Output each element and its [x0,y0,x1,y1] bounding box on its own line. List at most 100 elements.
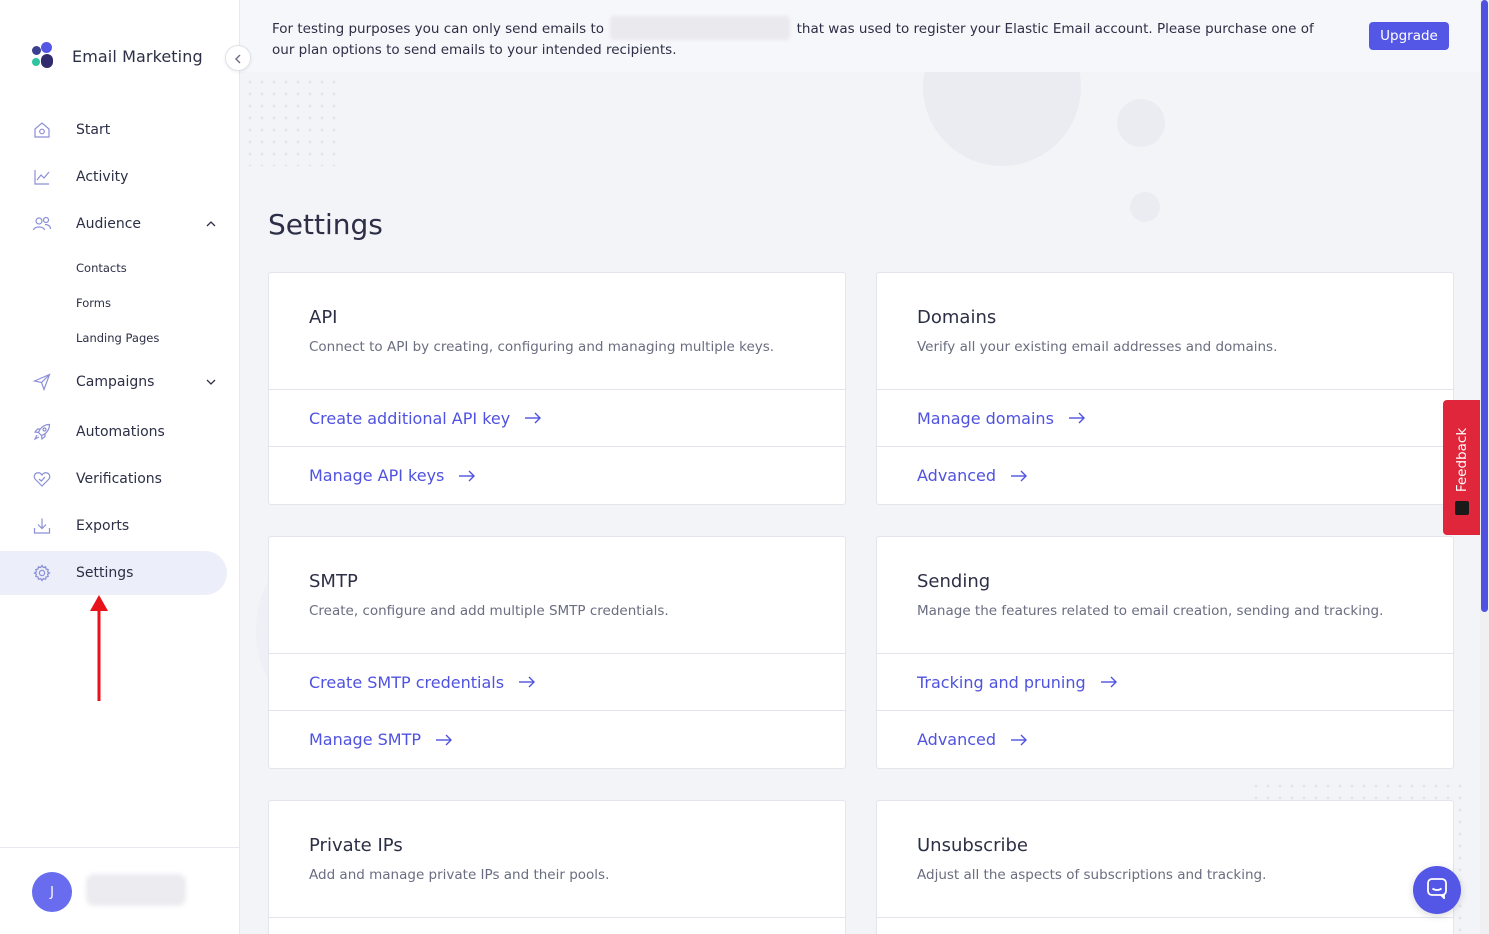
feedback-label: Feedback [1454,427,1470,492]
sidebar-item-label: Audience [76,216,142,232]
card-header: API Connect to API by creating, configur… [269,273,845,390]
sidebar-item-verifications[interactable]: Verifications [0,457,227,501]
manage-domains-link[interactable]: Manage domains [877,390,1453,447]
sidebar-item-audience[interactable]: Audience [0,202,227,246]
sidebar-item-label: Activity [76,169,129,185]
sidebar-item-activity[interactable]: Activity [0,155,227,199]
card-header: Unsubscribe Adjust all the aspects of su… [877,801,1453,918]
arrow-right-icon [518,676,536,688]
arrow-right-icon [524,412,542,424]
sidebar-item-settings[interactable]: Settings [0,551,227,595]
manage-api-keys-link[interactable]: Manage API keys [269,447,845,504]
arrow-right-icon [458,470,476,482]
chart-line-icon [32,167,52,187]
sidebar-subitem-landing-pages[interactable]: Landing Pages [76,331,159,345]
link-label: Create additional API key [309,408,511,428]
sidebar-item-automations[interactable]: Automations [0,410,227,454]
users-icon [32,214,52,234]
settings-card-unsubscribe: Unsubscribe Adjust all the aspects of su… [876,800,1454,934]
sidebar-item-label: Exports [76,518,130,534]
domains-advanced-link[interactable]: Advanced [877,447,1453,504]
create-smtp-credentials-link[interactable]: Create SMTP credentials [269,654,845,711]
redacted-email [610,16,791,40]
sidebar-item-label: Campaigns [76,374,155,390]
banner-message: For testing purposes you can only send e… [272,16,1332,60]
card-title: Unsubscribe [917,835,1028,856]
link-label: Manage API keys [309,466,445,485]
card-description: Connect to API by creating, configuring … [309,339,775,355]
collapse-sidebar-button[interactable] [225,45,251,71]
card-description: Manage the features related to email cre… [917,603,1384,619]
sidebar-user-footer[interactable]: J [0,847,240,934]
arrow-right-icon [1068,412,1086,424]
avatar[interactable]: J [32,872,72,912]
heart-check-icon [32,469,52,489]
arrow-right-icon [435,734,453,746]
brand-name: Email Marketing [72,46,203,66]
link-label: Advanced [917,466,997,485]
link-label: Manage SMTP [309,730,422,749]
sidebar-item-start[interactable]: Start [0,108,227,152]
settings-card-domains: Domains Verify all your existing email a… [876,272,1454,505]
sidebar-subitem-forms[interactable]: Forms [76,296,111,310]
card-header: Sending Manage the features related to e… [877,537,1453,654]
sidebar: Email Marketing Start Activity Audience … [0,0,240,934]
chevron-up-icon[interactable] [204,217,218,231]
card-title: SMTP [309,571,358,592]
scrollbar-thumb[interactable] [1481,0,1488,612]
card-title: Private IPs [309,835,403,856]
sidebar-subitem-contacts[interactable]: Contacts [76,261,127,275]
link-label: Tracking and pruning [917,672,1086,692]
page-title: Settings [268,208,383,241]
home-icon [32,120,52,140]
chevron-left-icon [234,49,242,68]
testing-notice-banner: For testing purposes you can only send e… [240,0,1480,72]
sidebar-item-label: Verifications [76,471,162,487]
card-description: Adjust all the aspects of subscriptions … [917,867,1267,883]
card-title: Domains [917,307,997,328]
rocket-icon [32,422,52,442]
link-label: Manage domains [917,408,1054,428]
card-description: Add and manage private IPs and their poo… [309,867,610,883]
arrow-right-icon [1100,676,1118,688]
settings-card-smtp: SMTP Create, configure and add multiple … [268,536,846,769]
tracking-and-pruning-link[interactable]: Tracking and pruning [877,654,1453,711]
settings-card-private-ips: Private IPs Add and manage private IPs a… [268,800,846,934]
download-icon [32,516,52,536]
brand[interactable]: Email Marketing [30,42,203,70]
feedback-tab[interactable]: Feedback [1443,400,1481,535]
decorative-circle-small [1130,192,1160,222]
link-label: Advanced [917,730,997,749]
card-header: Private IPs Add and manage private IPs a… [269,801,845,918]
decorative-dots-top-left [244,76,344,166]
chat-bubble-icon [1426,877,1448,903]
settings-card-api: API Connect to API by creating, configur… [268,272,846,505]
annotation-arrow [90,595,108,701]
arrow-right-icon [1010,734,1028,746]
card-description: Create, configure and add multiple SMTP … [309,603,669,619]
redacted-user-name [86,874,186,906]
chevron-down-icon[interactable] [204,375,218,389]
feedback-logo-icon [1455,501,1469,515]
link-label: Create SMTP credentials [309,672,505,692]
chat-support-button[interactable] [1413,866,1461,914]
sending-advanced-link[interactable]: Advanced [877,711,1453,768]
sidebar-item-label: Start [76,122,111,138]
sidebar-item-exports[interactable]: Exports [0,504,227,548]
create-api-key-link[interactable]: Create additional API key [269,390,845,447]
card-title: Sending [917,571,991,592]
card-header: Domains Verify all your existing email a… [877,273,1453,390]
brand-logo-icon [30,42,56,70]
paper-plane-icon [32,372,52,392]
card-header: SMTP Create, configure and add multiple … [269,537,845,654]
card-description: Verify all your existing email addresses… [917,339,1278,355]
sidebar-item-campaigns[interactable]: Campaigns [0,360,227,404]
settings-card-sending: Sending Manage the features related to e… [876,536,1454,769]
upgrade-button[interactable]: Upgrade [1369,22,1449,50]
gear-icon [32,563,52,583]
sidebar-item-label: Settings [76,565,134,581]
decorative-circle-medium [1117,99,1165,147]
sidebar-item-label: Automations [76,424,165,440]
manage-smtp-link[interactable]: Manage SMTP [269,711,845,768]
banner-text-before: For testing purposes you can only send e… [272,21,609,37]
